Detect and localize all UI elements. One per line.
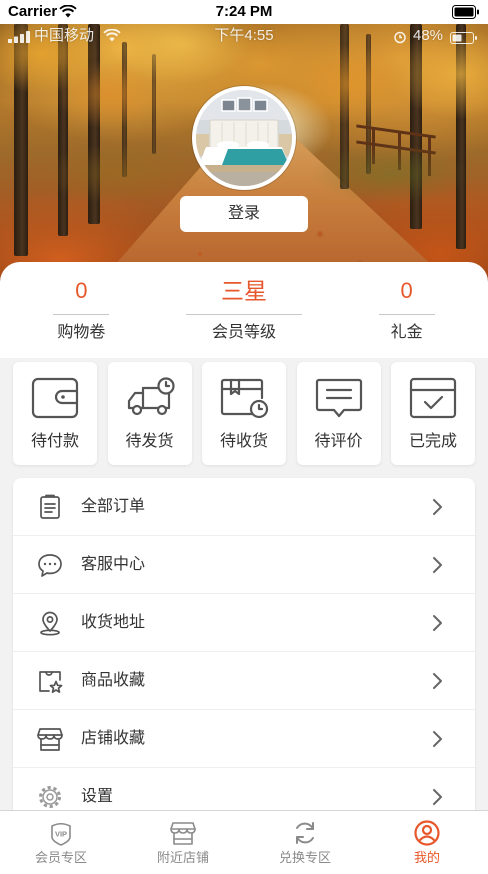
menu-item-customer-service[interactable]: 客服中心 [13,536,475,594]
menu-item-label: 店铺收藏 [81,730,146,747]
menu-item-label: 设置 [81,788,114,805]
login-button[interactable]: 登录 [180,196,308,232]
chevron-right-icon [432,556,443,574]
menu-item-label: 全部订单 [81,498,146,515]
comment-icon [314,376,364,420]
order-status-row: 待付款 待发货 待收货 待评价 已完成 [13,362,475,465]
store-icon [37,726,63,752]
order-label: 已完成 [408,433,457,450]
chevron-right-icon [432,498,443,516]
order-status-pending-shipment[interactable]: 待发货 [107,362,192,465]
divider [53,314,110,315]
alarm-icon [393,30,407,44]
stat-label: 礼金 [390,324,423,341]
avatar[interactable] [192,86,296,190]
stat-gift-money[interactable]: 0 礼金 [325,262,488,358]
tab-label: 附近店铺 [156,850,209,865]
tab-nearby-stores[interactable]: 附近店铺 [122,811,244,874]
clipboard-icon [37,494,63,520]
stat-label: 购物卷 [57,324,106,341]
chat-bubble-icon [37,552,63,578]
stat-member-level[interactable]: 三星 会员等级 [163,262,326,358]
menu-item-label: 商品收藏 [81,672,146,689]
order-status-pending-payment[interactable]: 待付款 [13,362,97,465]
divider [185,314,302,315]
battery-icon [452,5,480,19]
vip-icon-text: VIP [55,830,67,839]
overlay-battery-percent: 48% [413,27,444,44]
order-label: 待付款 [30,433,79,450]
vip-icon: VIP [48,820,74,846]
order-label: 待收货 [219,433,268,450]
order-label: 待发货 [125,433,174,450]
tab-label: 兑换专区 [278,850,331,865]
battery-icon [450,31,478,44]
stat-value: 0 [400,278,413,303]
tab-exchange-zone[interactable]: 兑换专区 [244,811,366,874]
package-clock-icon [219,376,269,420]
device-status-bar: Carrier 7:24 PM [0,0,488,24]
profile-content: 待付款 待发货 待收货 待评价 已完成 全部订单 客服中心 收货地址 商品收藏 … [0,358,488,810]
clock-time: 7:24 PM [215,3,273,20]
wallet-icon [30,376,80,420]
tab-label: 我的 [413,850,440,865]
menu-item-shipping-address[interactable]: 收货地址 [13,594,475,652]
order-status-pending-review[interactable]: 待评价 [296,362,381,465]
calendar-check-icon [408,376,458,420]
order-status-completed[interactable]: 已完成 [391,362,475,465]
avatar-bedroom-image [196,90,292,186]
menu-item-store-favorites[interactable]: 店铺收藏 [13,710,475,768]
menu-item-label: 收货地址 [81,614,146,631]
order-label: 待评价 [314,433,363,450]
chevron-right-icon [432,672,443,690]
order-status-pending-receipt[interactable]: 待收货 [202,362,286,465]
profile-header: 中国移动 下午4:55 48% 登录 [0,24,488,282]
stat-label: 会员等级 [211,324,276,341]
bottom-tab-bar: VIP 会员专区 附近店铺 兑换专区 我的 [0,810,488,874]
refresh-icon [292,820,318,846]
menu-item-product-favorites[interactable]: 商品收藏 [13,652,475,710]
location-pin-icon [37,610,63,636]
shop-icon [170,820,196,846]
stat-value: 三星 [220,278,267,304]
stat-value: 0 [75,278,88,303]
menu-item-all-orders[interactable]: 全部订单 [13,478,475,536]
chevron-right-icon [432,614,443,632]
divider [378,314,435,315]
stat-shopping-vouchers[interactable]: 0 购物卷 [0,262,163,358]
tab-my-profile[interactable]: 我的 [366,811,488,874]
user-icon [414,820,440,846]
favorite-product-icon [37,668,63,694]
profile-menu: 全部订单 客服中心 收货地址 商品收藏 店铺收藏 设置 [13,478,475,810]
truck-clock-icon [125,376,175,420]
tab-label: 会员专区 [34,850,87,865]
chevron-right-icon [432,730,443,748]
member-stats: 0 购物卷 三星 会员等级 0 礼金 [0,262,488,358]
gear-icon [37,784,63,810]
menu-item-settings[interactable]: 设置 [13,768,475,810]
tab-member-zone[interactable]: VIP 会员专区 [0,811,122,874]
chevron-right-icon [432,788,443,806]
menu-item-label: 客服中心 [81,556,146,573]
